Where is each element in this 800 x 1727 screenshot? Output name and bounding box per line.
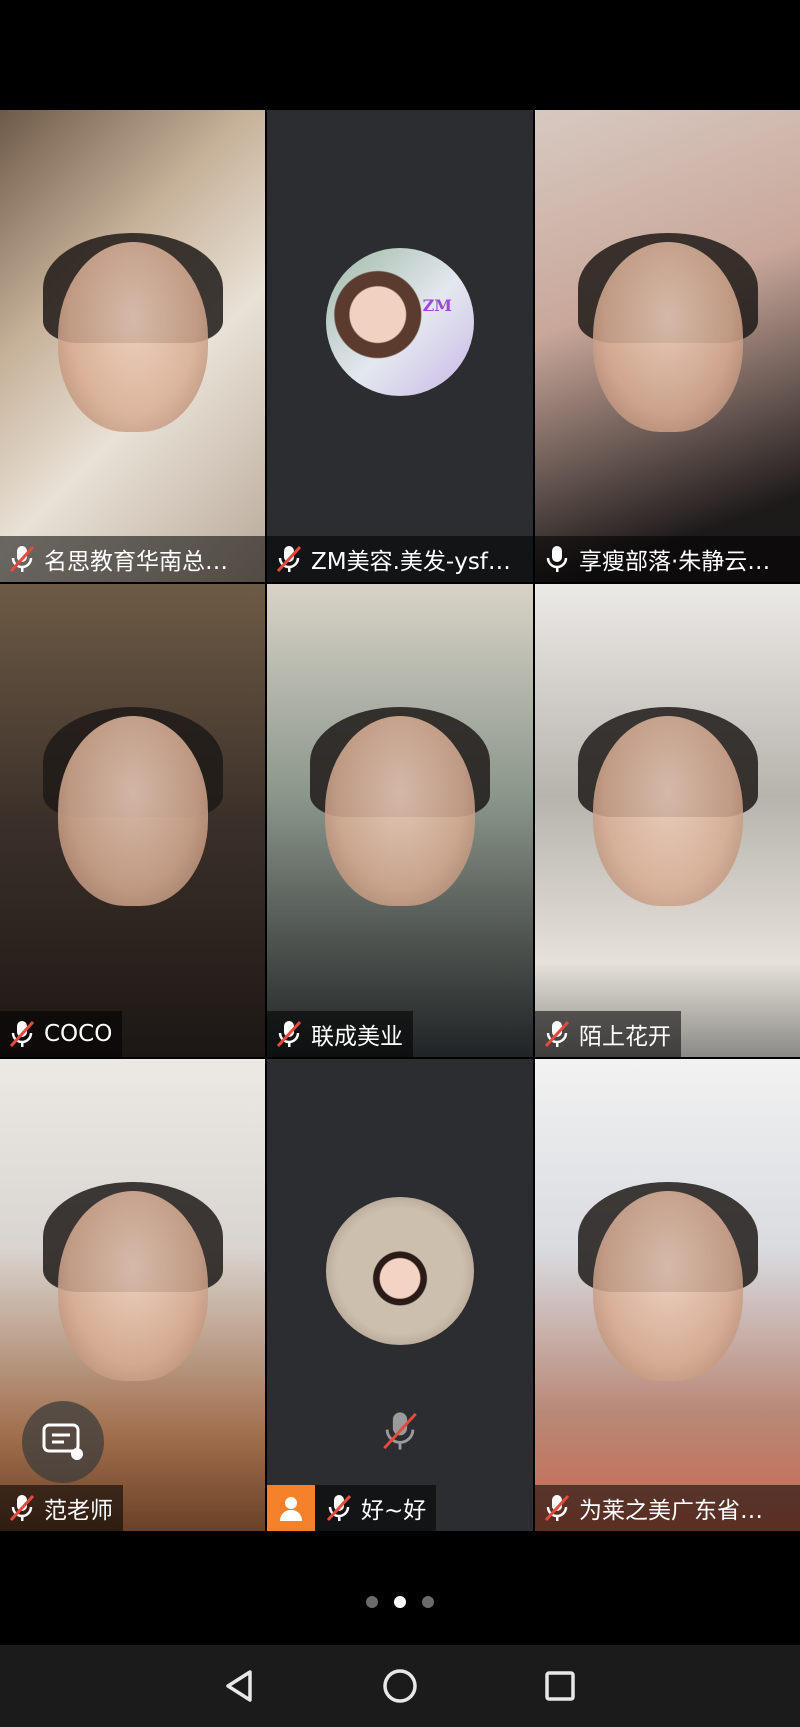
participant-tile-active-speaker[interactable]: 享瘦部落·朱静云… xyxy=(535,110,800,582)
mic-muted-icon xyxy=(326,1494,352,1522)
back-button[interactable] xyxy=(210,1656,270,1716)
avatar xyxy=(326,1197,474,1345)
name-bar: 联成美业 xyxy=(267,1011,413,1057)
mic-muted-icon xyxy=(9,1020,35,1048)
participant-tile[interactable]: 为莱之美广东省… xyxy=(535,1059,800,1531)
person-icon xyxy=(280,1497,302,1521)
recents-square-icon xyxy=(545,1671,575,1701)
system-navigation-bar xyxy=(0,1645,800,1727)
avatar: ZM xyxy=(326,248,474,396)
page-dot[interactable] xyxy=(366,1596,378,1608)
page-dot[interactable] xyxy=(422,1596,434,1608)
participant-name: 范老师 xyxy=(44,1498,113,1524)
participant-video xyxy=(535,584,800,1057)
participant-video xyxy=(267,584,533,1057)
name-bar: 陌上花开 xyxy=(535,1011,681,1057)
participant-tile[interactable]: ZM ZM美容.美发-ysf… xyxy=(267,110,533,582)
participant-name: 陌上花开 xyxy=(579,1024,671,1050)
participant-video xyxy=(0,110,265,582)
participant-name: 名思教育华南总… xyxy=(44,549,228,575)
participant-name: 享瘦部落·朱静云… xyxy=(579,549,771,575)
participant-name: ZM美容.美发-ysf… xyxy=(311,549,511,575)
participant-grid: 名思教育华南总… ZM ZM美容.美发-ysf… 享瘦部落·朱静云… COCO xyxy=(0,110,800,1532)
host-badge xyxy=(267,1485,315,1531)
participant-tile[interactable]: 联成美业 xyxy=(267,584,533,1057)
participant-name: 为莱之美广东省… xyxy=(579,1498,763,1524)
participant-name: 好~好 xyxy=(361,1498,427,1524)
back-triangle-icon xyxy=(226,1670,252,1702)
recents-button[interactable] xyxy=(530,1656,590,1716)
participant-tile[interactable]: 范老师 xyxy=(0,1059,265,1531)
participant-video xyxy=(535,1059,800,1531)
participant-name: 联成美业 xyxy=(311,1024,403,1050)
mic-muted-icon xyxy=(544,1494,570,1522)
mic-icon xyxy=(546,546,568,572)
mic-muted-icon xyxy=(276,1020,302,1048)
name-bar: 名思教育华南总… xyxy=(0,536,265,582)
chat-bubble-icon xyxy=(42,1423,83,1460)
avatar-logo-text: ZM xyxy=(422,296,452,315)
mic-muted-icon xyxy=(9,545,35,573)
home-circle-icon xyxy=(383,1669,417,1703)
name-bar: COCO xyxy=(0,1011,123,1057)
name-bar: ZM美容.美发-ysf… xyxy=(267,536,533,582)
mic-muted-icon xyxy=(9,1494,35,1522)
chat-button[interactable] xyxy=(22,1401,104,1483)
mic-muted-icon xyxy=(544,1020,570,1048)
home-button[interactable] xyxy=(370,1656,430,1716)
page-indicator xyxy=(0,1596,800,1608)
participant-name: COCO xyxy=(44,1021,113,1047)
status-bar-area xyxy=(0,0,800,110)
participant-video xyxy=(0,584,265,1057)
name-bar: 为莱之美广东省… xyxy=(535,1485,800,1531)
mic-muted-icon xyxy=(383,1412,417,1450)
name-bar: 范老师 xyxy=(0,1485,123,1531)
participant-tile[interactable]: 名思教育华南总… xyxy=(0,110,265,582)
participant-tile[interactable]: COCO xyxy=(0,584,265,1057)
participant-video xyxy=(535,110,800,582)
page-dot-current[interactable] xyxy=(394,1596,406,1608)
name-bar: 好~好 xyxy=(267,1485,437,1531)
participant-tile[interactable]: 好~好 xyxy=(267,1059,533,1531)
participant-tile[interactable]: 陌上花开 xyxy=(535,584,800,1057)
mic-muted-icon xyxy=(276,545,302,573)
name-bar: 享瘦部落·朱静云… xyxy=(535,536,800,582)
